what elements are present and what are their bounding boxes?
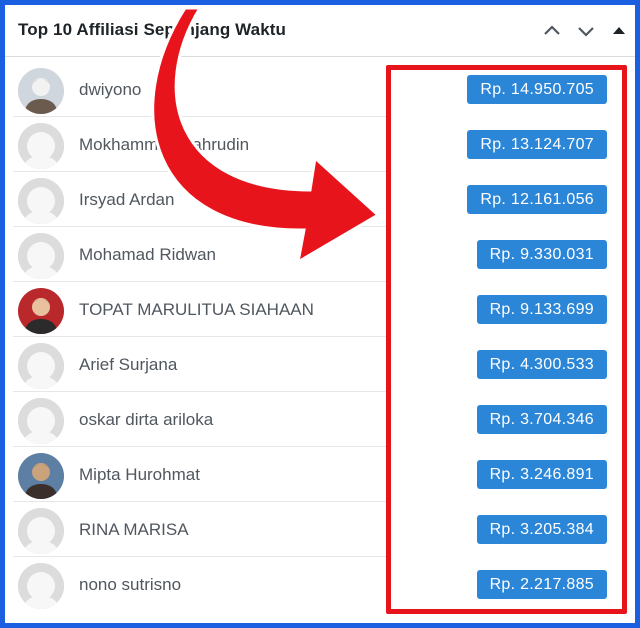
amount-badge: Rp. 3.246.891: [476, 460, 607, 489]
amount-badge: Rp. 14.950.705: [467, 75, 607, 104]
widget-title: Top 10 Affiliasi Sepanjang Waktu: [18, 20, 286, 39]
amount-row: Rp. 4.300.533: [5, 337, 635, 392]
amount-badge: Rp. 9.330.031: [476, 240, 607, 269]
chevron-down-icon[interactable]: [572, 17, 600, 45]
amount-row: Rp. 9.133.699: [5, 282, 635, 337]
widget-panel: Top 10 Affiliasi Sepanjang Waktu dwiyono…: [5, 5, 635, 623]
amount-row: Rp. 3.205.384: [5, 502, 635, 557]
amount-badge: Rp. 2.217.885: [476, 570, 607, 599]
amount-badge: Rp. 3.704.346: [476, 405, 607, 434]
amount-list: Rp. 14.950.705 Rp. 13.124.707 Rp. 12.161.0…: [5, 62, 635, 612]
amount-row: Rp. 9.330.031: [5, 227, 635, 282]
amount-badge: Rp. 9.133.699: [476, 295, 607, 324]
widget-header: Top 10 Affiliasi Sepanjang Waktu: [5, 5, 635, 57]
amount-badge: Rp. 12.161.056: [467, 185, 607, 214]
amount-row: Rp. 2.217.885: [5, 557, 635, 612]
chevron-up-icon[interactable]: [538, 17, 566, 45]
amount-row: Rp. 3.704.346: [5, 392, 635, 447]
amount-row: Rp. 3.246.891: [5, 447, 635, 502]
amount-row: Rp. 14.950.705: [5, 62, 635, 117]
amount-row: Rp. 13.124.707: [5, 117, 635, 172]
amount-badge: Rp. 3.205.384: [476, 515, 607, 544]
amount-badge: Rp. 13.124.707: [467, 130, 607, 159]
amount-badge: Rp. 4.300.533: [476, 350, 607, 379]
triangle-toggle-icon[interactable]: [605, 17, 633, 45]
amount-row: Rp. 12.161.056: [5, 172, 635, 227]
